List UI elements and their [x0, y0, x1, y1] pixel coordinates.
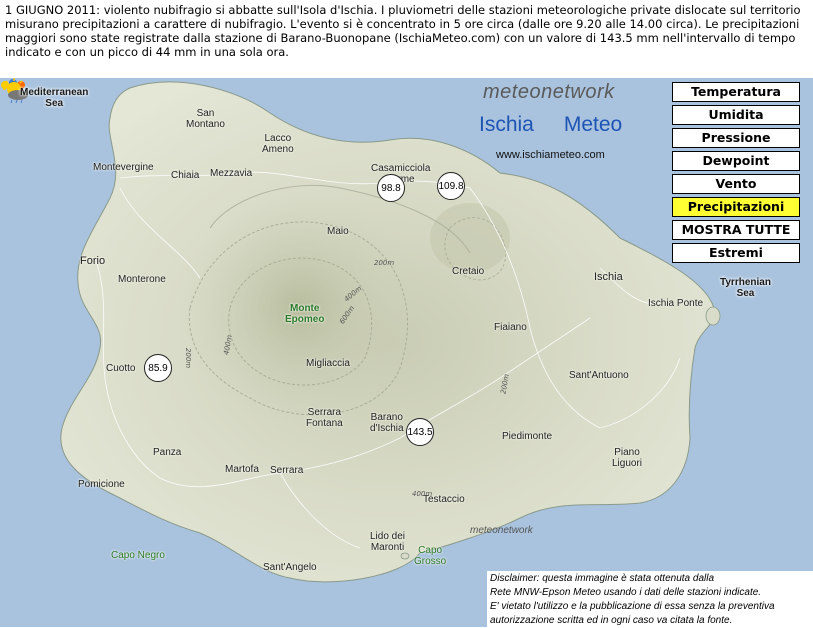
place-piano-liguori: Piano Liguori [612, 447, 643, 469]
disclaimer-line: Rete MNW-Epson Meteo usando i dati delle… [490, 587, 762, 598]
meteonetwork-logo: meteonetwork [483, 81, 615, 103]
contour-label: 200m [184, 347, 193, 369]
disclaimer-line: Disclaimer: questa immagine è stata otte… [490, 573, 715, 584]
place-chiaia: Chiaia [171, 170, 200, 181]
menu-estremi-button[interactable]: Estremi [672, 243, 800, 263]
place-ischia: Ischia [594, 271, 623, 283]
place-san-montano: San Montano [186, 108, 225, 130]
logo-word: Meteo [563, 113, 623, 136]
disclaimer-box: Disclaimer: questa immagine è stata otte… [487, 571, 813, 627]
place-capo-grosso: Capo Grosso [414, 545, 447, 567]
menu-temperatura-button[interactable]: Temperatura [672, 82, 800, 102]
station-value-cuotto[interactable]: 85.9 [144, 354, 172, 382]
place-pomicione: Pomicione [78, 479, 125, 490]
sea-label-mediterranean: Mediterranean Sea [20, 87, 89, 109]
disclaimer-line: autorizzazione scritta ed in ogni caso v… [490, 615, 733, 626]
ischiameteo-url[interactable]: www.ischiameteo.com [496, 149, 605, 161]
place-capo-negro: Capo Negro [111, 550, 165, 561]
place-fiaiano: Fiaiano [494, 322, 527, 333]
place-barano: Barano d'Ischia [370, 412, 404, 434]
place-ischia-ponte: Ischia Ponte [648, 298, 704, 309]
meteonetwork-watermark: meteonetwork [470, 525, 533, 536]
place-maio: Maio [327, 226, 349, 237]
station-value-lacco[interactable]: 98.8 [377, 174, 405, 202]
place-lido-maronti: Lido dei Maronti [370, 531, 406, 553]
place-serrara: Serrara [270, 465, 304, 476]
place-santantuono: Sant'Antuono [569, 370, 629, 381]
intro-line: misurano precipitazioni a carattere di n… [5, 17, 800, 31]
place-monte-epomeo: Monte Epomeo [285, 303, 325, 325]
place-santangelo: Sant'Angelo [263, 562, 317, 573]
place-cuotto: Cuotto [106, 363, 136, 374]
place-migliaccia: Migliaccia [306, 358, 350, 369]
menu-pressione-button[interactable]: Pressione [672, 128, 800, 148]
menu-precipitazioni-button[interactable]: Precipitazioni [672, 197, 800, 217]
variable-menu: Temperatura Umidita Pressione Dewpoint V… [672, 82, 802, 266]
place-martofa: Martofa [225, 464, 259, 475]
contour-label: 400m [412, 490, 433, 498]
place-cretaio: Cretaio [452, 266, 485, 277]
disclaimer-line: E' vietato l'utilizzo e la pubblicazione… [490, 601, 775, 612]
place-montevergine: Montevergine [93, 162, 154, 173]
menu-vento-button[interactable]: Vento [672, 174, 800, 194]
intro-text: 1 GIUGNO 2011: violento nubifragio si ab… [5, 3, 805, 59]
menu-umidita-button[interactable]: Umidita [672, 105, 800, 125]
menu-dewpoint-button[interactable]: Dewpoint [672, 151, 800, 171]
intro-line: maggiori sono state registrate dalla sta… [5, 31, 796, 45]
intro-line: 1 GIUGNO 2011: violento nubifragio si ab… [5, 3, 801, 17]
place-forio: Forio [80, 255, 106, 267]
station-value-barano[interactable]: 143.5 [406, 418, 434, 446]
logo-word: Ischia [479, 113, 534, 136]
place-lacco-ameno: Lacco Ameno [262, 133, 294, 155]
contour-label: 200m [374, 259, 395, 267]
place-mezzavia: Mezzavia [210, 168, 253, 179]
place-piedimonte: Piedimonte [502, 431, 553, 442]
ischiameteo-logo: Ischia Meteo [479, 113, 622, 137]
place-monterone: Monterone [118, 274, 166, 285]
menu-mostra-tutte-button[interactable]: MOSTRA TUTTE [672, 220, 800, 240]
place-serrara-fontana: Serrara Fontana [306, 407, 343, 429]
station-value-casamicciola[interactable]: 109.8 [437, 172, 465, 200]
place-panza: Panza [153, 447, 182, 458]
sea-label-tyrrhenian: Tyrrhenian Sea [720, 277, 771, 299]
intro-line: indicato e con un picco di 44 mm in una … [5, 45, 289, 59]
